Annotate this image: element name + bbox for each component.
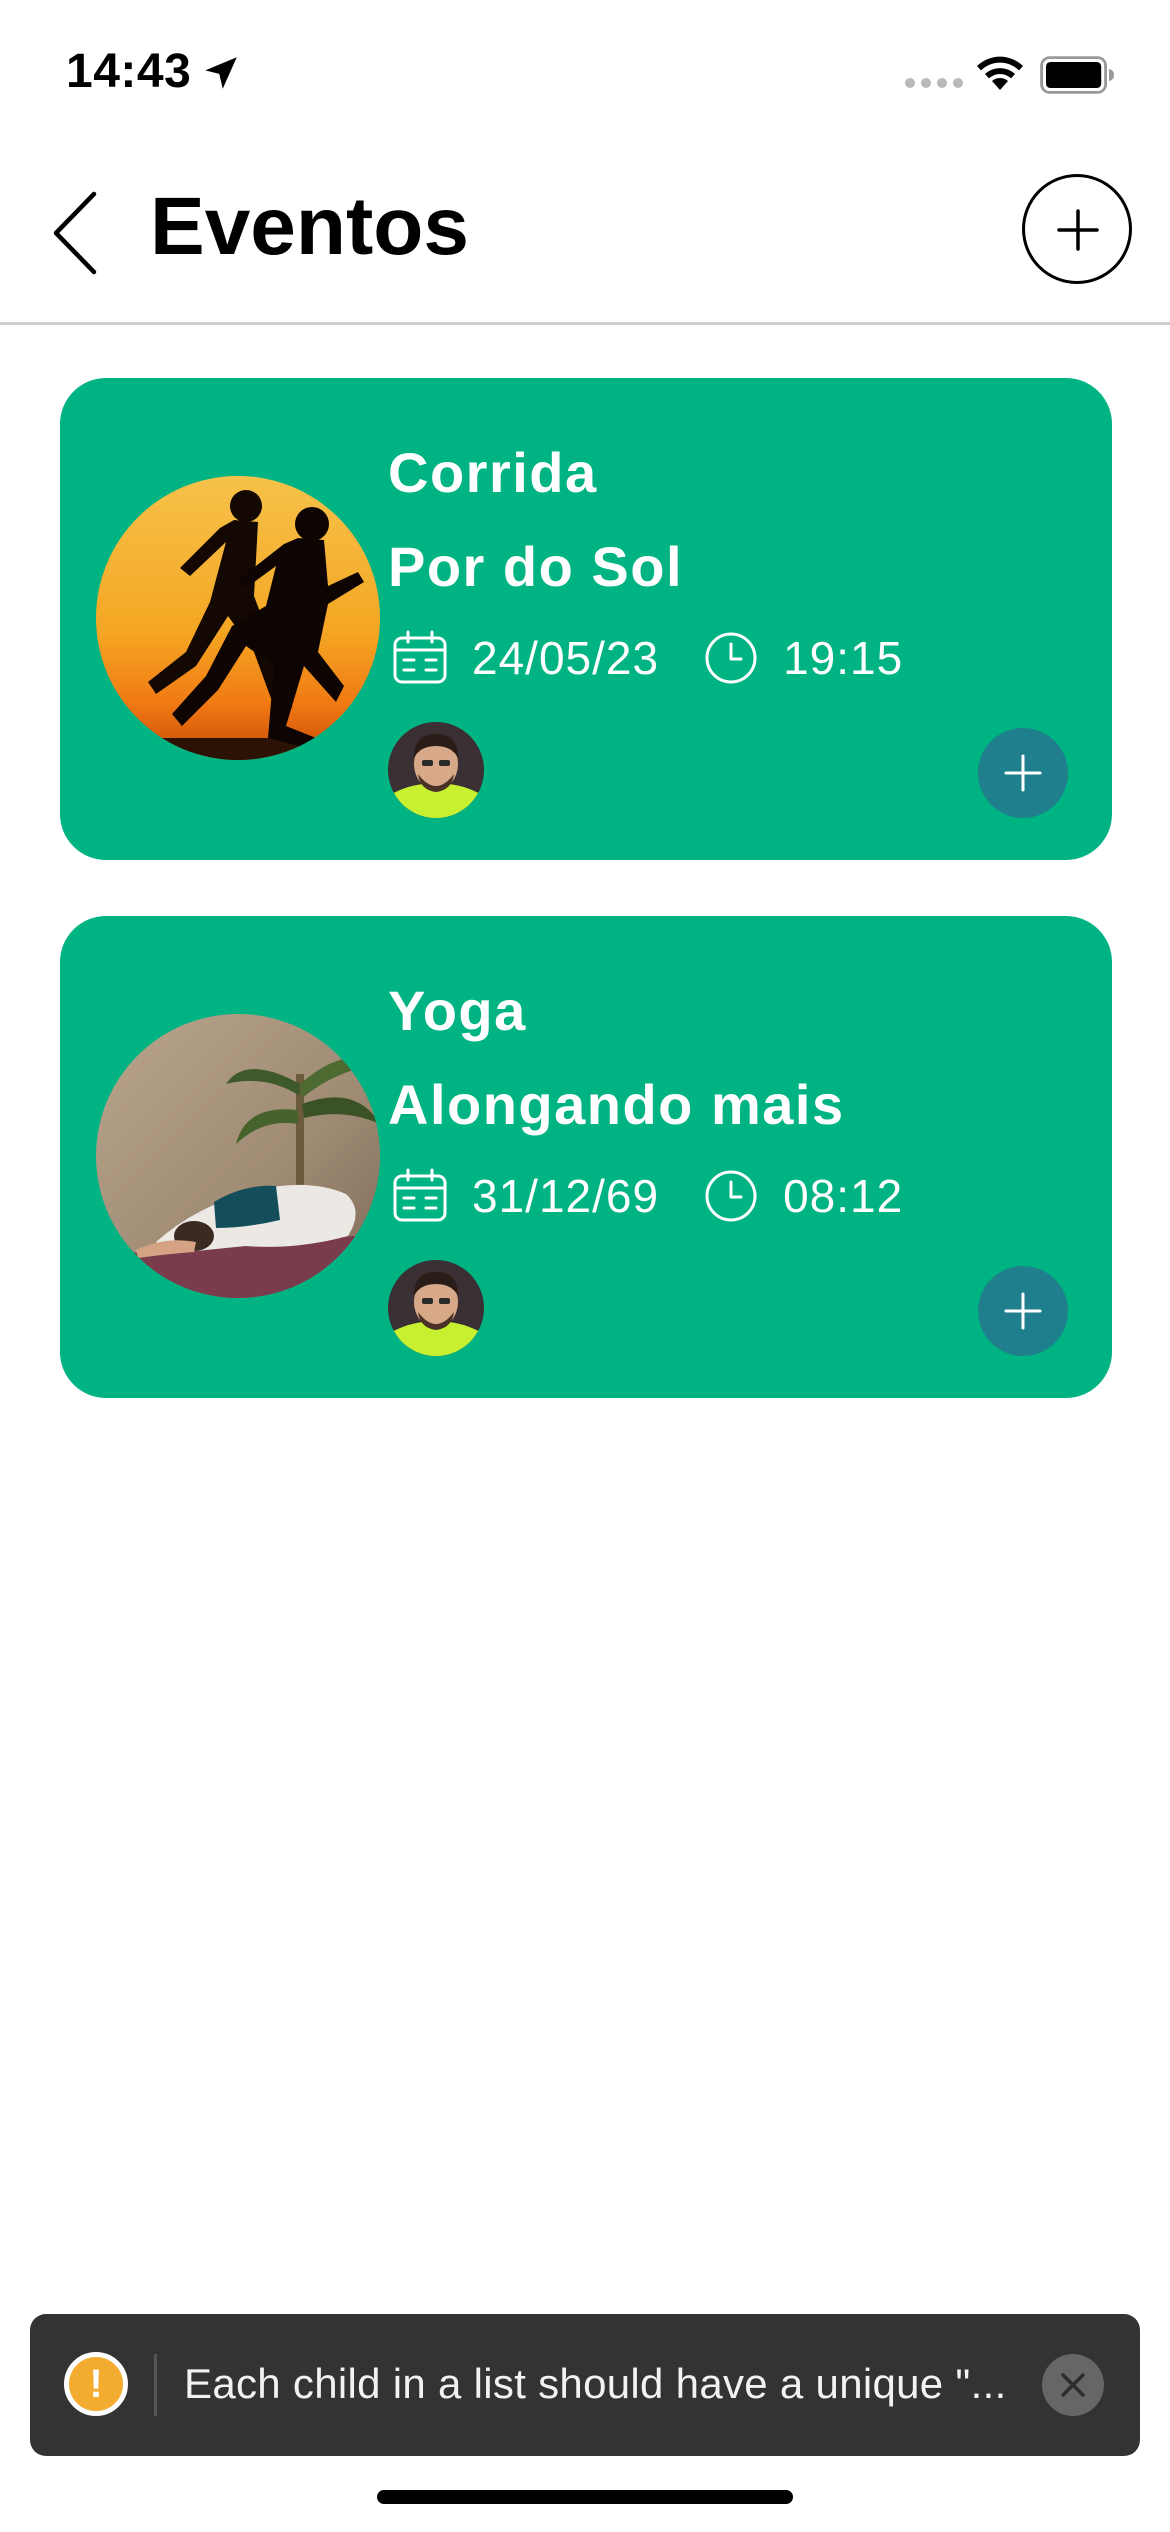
toast-close-button[interactable]	[1042, 2354, 1104, 2416]
status-time: 14:43	[66, 45, 192, 98]
home-indicator[interactable]	[377, 2490, 793, 2504]
join-event-button[interactable]	[978, 728, 1068, 818]
cellular-signal-icon	[905, 78, 963, 88]
participant-avatar[interactable]	[388, 1260, 484, 1356]
event-card[interactable]: Corrida Por do Sol 24/05/23 19:15	[60, 378, 1112, 860]
event-time: 19:15	[783, 632, 904, 684]
toast-divider	[154, 2354, 157, 2416]
battery-icon	[1040, 56, 1114, 94]
plus-icon	[1004, 1292, 1042, 1330]
calendar-icon	[393, 1168, 447, 1222]
event-date: 24/05/23	[472, 632, 660, 684]
header: Eventos	[0, 140, 1170, 325]
warning-icon: !	[64, 2352, 128, 2416]
close-icon	[1061, 2373, 1085, 2397]
warning-toast[interactable]: ! Each child in a list should have a uni…	[30, 2314, 1140, 2456]
runners-sunset-photo	[96, 476, 380, 760]
event-title: Corrida	[388, 441, 598, 504]
event-subtitle: Alongando mais	[388, 1073, 845, 1136]
event-subtitle: Por do Sol	[388, 535, 683, 598]
join-event-button[interactable]	[978, 1266, 1068, 1356]
plus-icon	[1057, 209, 1099, 251]
yoga-pose-photo	[96, 1014, 380, 1298]
event-meta: 31/12/69 08:12	[390, 1164, 903, 1228]
toast-message: Each child in a list should have a uniqu…	[184, 2360, 1007, 2407]
status-bar: 14:43	[0, 0, 1170, 140]
page-title: Eventos	[150, 181, 469, 272]
back-button[interactable]	[42, 188, 112, 278]
event-date: 31/12/69	[472, 1170, 660, 1222]
event-time: 08:12	[783, 1170, 904, 1222]
event-meta: 24/05/23 19:15	[390, 626, 903, 690]
plus-icon	[1004, 754, 1042, 792]
wifi-icon	[977, 56, 1023, 90]
chevron-left-icon	[53, 191, 97, 275]
event-title: Yoga	[388, 979, 527, 1042]
location-arrow-icon	[205, 57, 237, 89]
participant-avatar[interactable]	[388, 722, 484, 818]
screen: 14:43 Eventos Corrida Por do Sol 24/05/2…	[0, 0, 1170, 2532]
clock-icon	[705, 632, 757, 684]
clock-icon	[705, 1170, 757, 1222]
event-card[interactable]: Yoga Alongando mais 31/12/69 08:12	[60, 916, 1112, 1398]
add-event-button[interactable]	[1022, 174, 1132, 284]
calendar-icon	[393, 630, 447, 684]
